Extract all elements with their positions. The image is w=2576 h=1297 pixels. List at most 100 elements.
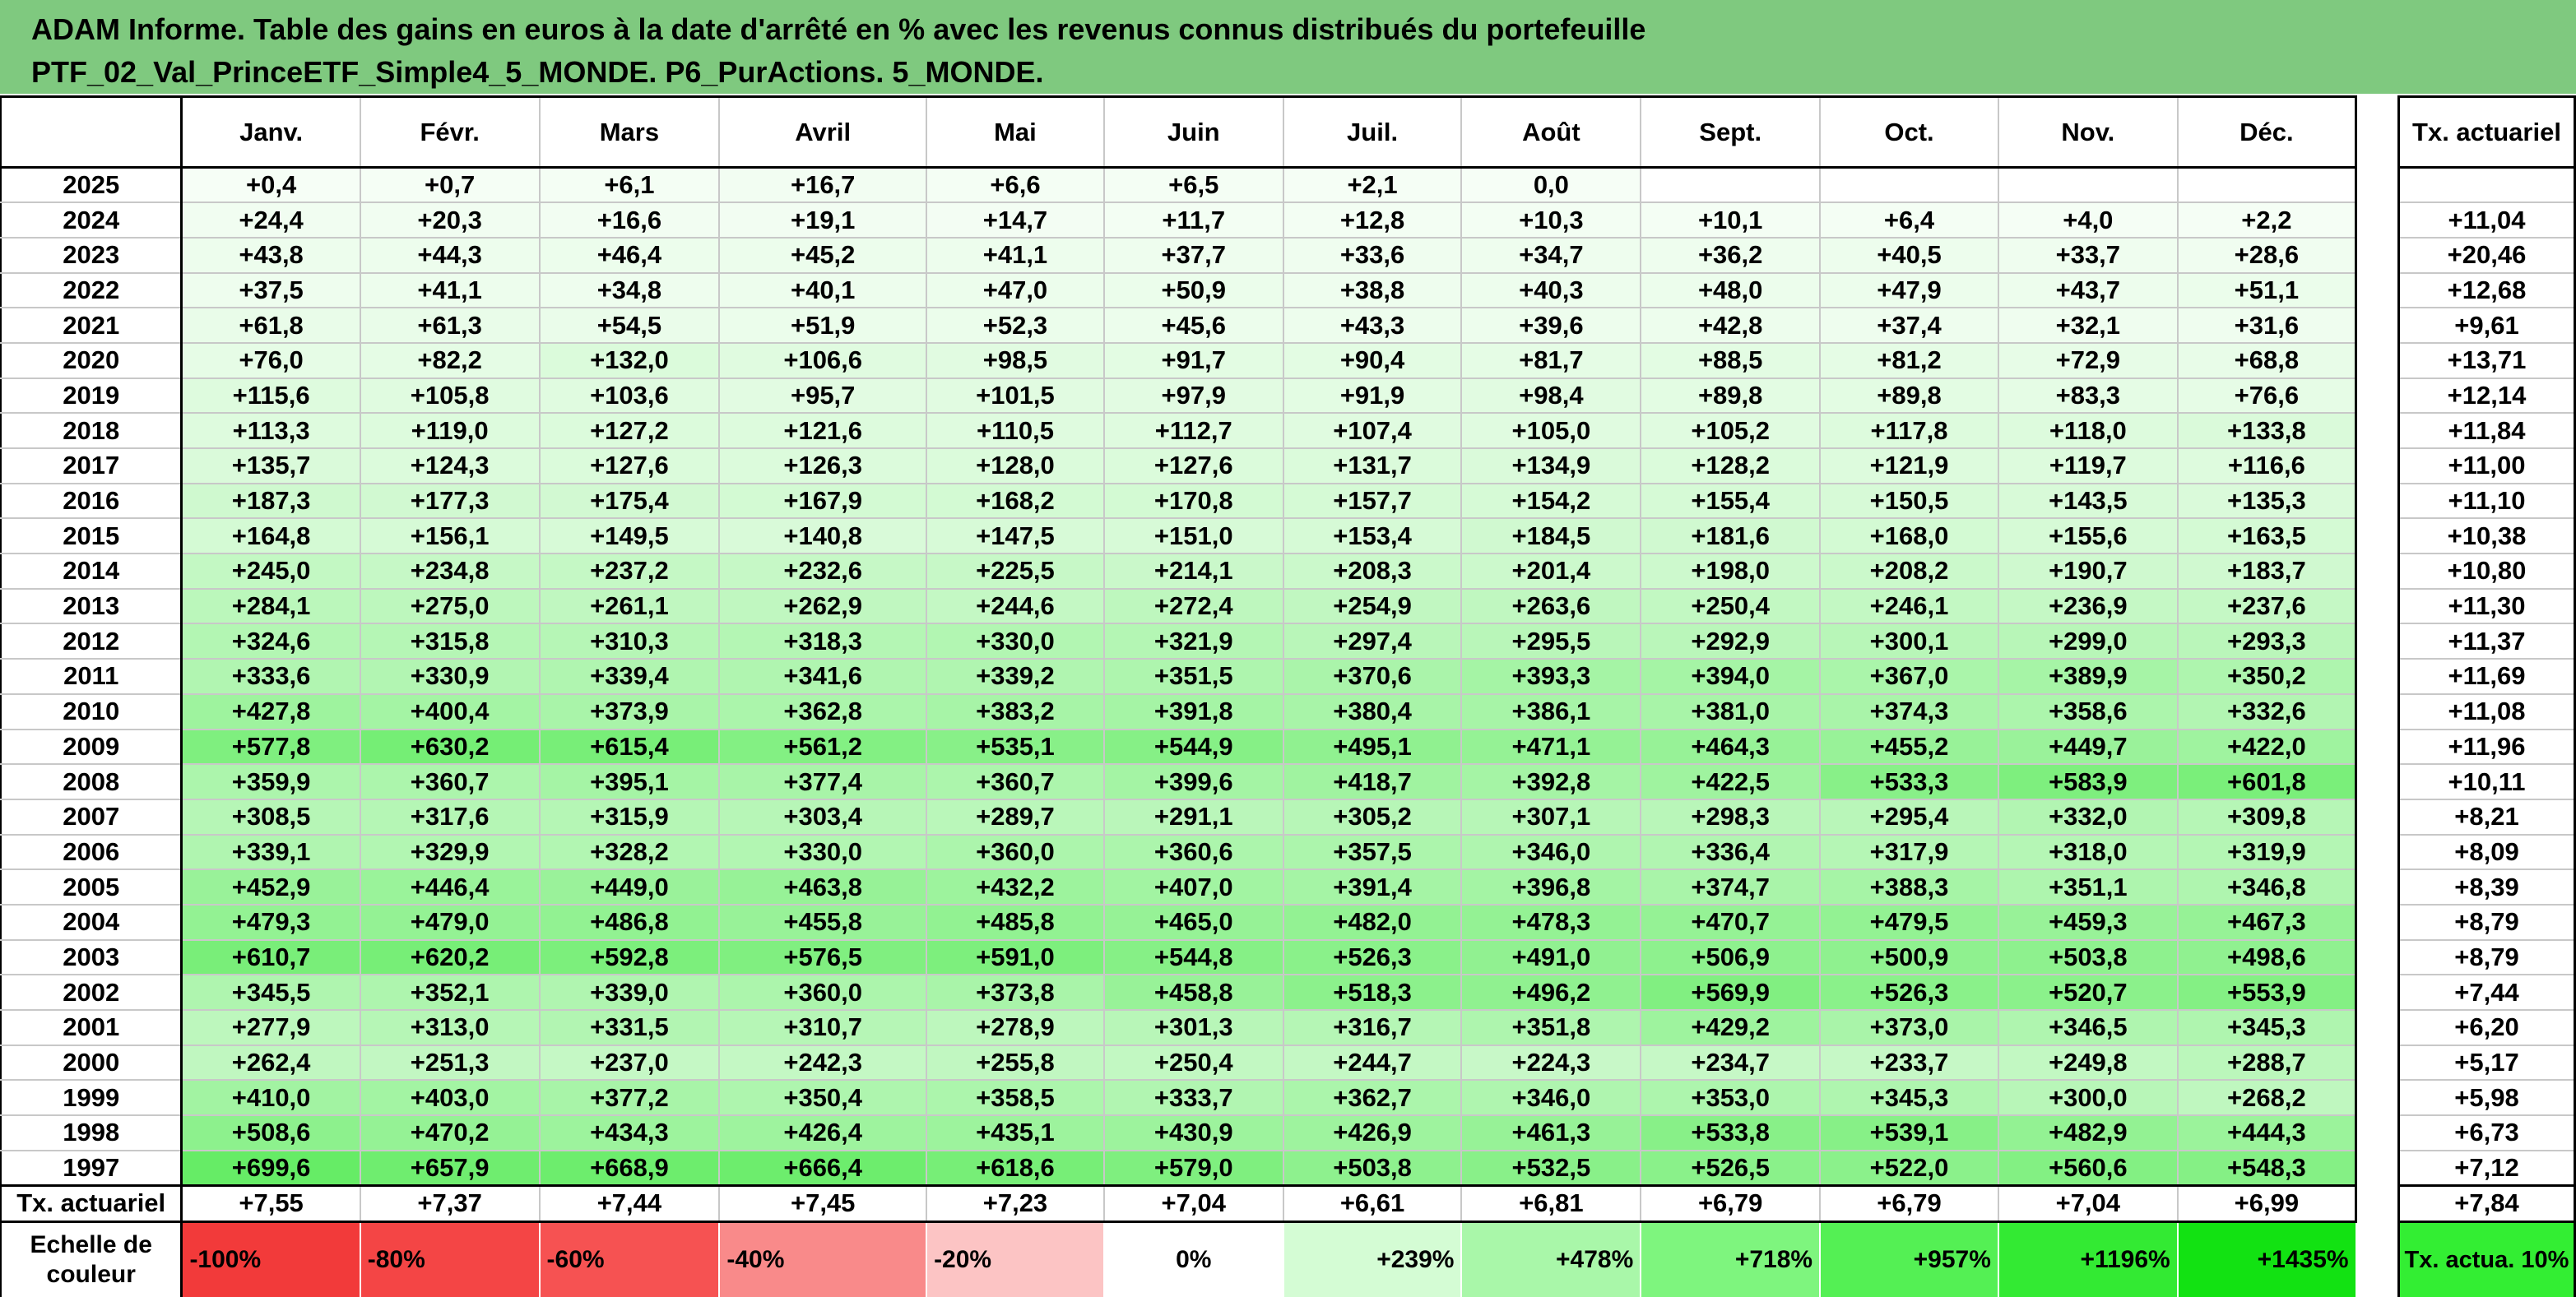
tx-cell: +8,21	[2397, 799, 2576, 836]
gain-cell: +393,3	[1461, 659, 1642, 695]
gain-cell: +495,1	[1283, 729, 1463, 766]
gain-cell: +577,8	[181, 729, 361, 766]
scale-label: Echelle de couleur	[0, 1221, 183, 1297]
tx-cell: +11,00	[2397, 448, 2576, 484]
gain-cell: +14,7	[926, 202, 1105, 239]
gain-cell: +250,4	[1641, 588, 1822, 625]
tx-header: Tx. actuariel	[2397, 95, 2576, 169]
gain-cell: +262,4	[181, 1045, 361, 1082]
gain-cell: +301,3	[1103, 1010, 1284, 1046]
gain-cell: +333,6	[181, 659, 361, 695]
gain-cell: +374,3	[1820, 693, 1999, 730]
gain-cell: +28,6	[2177, 237, 2358, 274]
gain-cell: +458,8	[1103, 975, 1284, 1011]
gain-cell: +168,2	[926, 483, 1105, 520]
gain-cell: +576,5	[719, 939, 928, 976]
gain-cell: +394,0	[1641, 659, 1822, 695]
gain-cell: +461,3	[1461, 1115, 1642, 1151]
gap-cell	[2356, 483, 2399, 519]
gain-cell: +336,4	[1641, 834, 1822, 871]
tx-cell: +5,17	[2397, 1045, 2576, 1082]
year-cell: 2023	[0, 237, 183, 274]
gain-cell: +339,4	[539, 659, 721, 695]
year-cell: 2006	[0, 834, 183, 871]
gain-cell: +33,7	[1998, 237, 2179, 274]
gain-cell: +503,8	[1283, 1150, 1463, 1187]
gain-cell: +533,3	[1820, 764, 1999, 800]
gain-cell: +263,6	[1461, 588, 1642, 625]
gain-cell: +330,0	[926, 623, 1105, 660]
year-cell: 2011	[0, 659, 183, 695]
gain-cell: +90,4	[1283, 342, 1463, 379]
year-cell: 2024	[0, 202, 183, 239]
gain-cell: +429,2	[1641, 1010, 1822, 1046]
gain-cell: +352,1	[360, 975, 541, 1011]
gain-cell: +449,7	[1998, 729, 2179, 766]
gain-cell: +360,0	[926, 834, 1105, 871]
gain-cell	[1820, 167, 1999, 204]
gain-cell: +183,7	[2177, 554, 2358, 590]
gain-cell: +175,4	[539, 483, 721, 520]
gain-cell: +345,3	[1820, 1080, 1999, 1117]
year-cell: 2017	[0, 448, 183, 484]
gain-cell: +110,5	[926, 413, 1105, 449]
gain-cell: +184,5	[1461, 518, 1642, 555]
gain-cell: +6,1	[539, 167, 721, 204]
gain-cell: +198,0	[1641, 554, 1822, 590]
month-header: Oct.	[1820, 95, 1999, 169]
report-title-line1: ADAM Informe. Table des gains en euros à…	[31, 12, 1646, 46]
gap-cell	[2356, 799, 2399, 835]
gain-cell: +353,0	[1641, 1080, 1822, 1117]
gain-cell: +116,6	[2177, 448, 2358, 484]
gain-cell: +88,5	[1641, 342, 1822, 379]
gain-cell: +332,6	[2177, 693, 2358, 730]
gain-cell	[2177, 167, 2358, 204]
scale-cell: 0%	[1103, 1221, 1284, 1297]
gain-cell: +51,1	[2177, 272, 2358, 309]
gain-cell: +345,5	[181, 975, 361, 1011]
gain-cell: +360,6	[1103, 834, 1284, 871]
gap-cell	[2356, 342, 2399, 378]
gain-cell: +318,0	[1998, 834, 2179, 871]
year-cell: 2019	[0, 378, 183, 415]
gain-cell: +532,5	[1461, 1150, 1642, 1187]
gain-cell: +386,1	[1461, 693, 1642, 730]
year-cell: 2020	[0, 342, 183, 379]
footer-tx-total: +7,84	[2397, 1184, 2576, 1223]
gain-cell: +34,8	[539, 272, 721, 309]
gain-cell: +657,9	[360, 1150, 541, 1187]
gain-cell: +43,8	[181, 237, 361, 274]
gain-cell: +91,7	[1103, 342, 1284, 379]
gain-cell: +135,7	[181, 448, 361, 484]
gap-cell	[2356, 202, 2399, 238]
gain-cell: +360,7	[926, 764, 1105, 800]
color-scale-row: Echelle de couleur -100% -80% -60% -40% -20% 0…	[0, 1221, 2576, 1297]
tx-cell: +7,12	[2397, 1150, 2576, 1187]
gain-cell: +261,1	[539, 588, 721, 625]
tx-cell: +11,08	[2397, 693, 2576, 730]
gain-cell: +33,6	[1283, 237, 1463, 274]
scale-cell: +478%	[1461, 1221, 1642, 1297]
gain-cell: +275,0	[360, 588, 541, 625]
gain-cell: +522,0	[1820, 1150, 1999, 1187]
gain-cell: +37,4	[1820, 308, 1999, 344]
gain-cell: +459,3	[1998, 904, 2179, 941]
gain-cell: +208,3	[1283, 554, 1463, 590]
year-cell: 2010	[0, 693, 183, 730]
year-cell: 2021	[0, 308, 183, 344]
table-row: 2022 +37,5 +41,1 +34,8 +40,1 +47,0 +50,9 +38,8 +…	[0, 272, 2576, 309]
gain-cell: +126,3	[719, 448, 928, 484]
gain-cell: +117,8	[1820, 413, 1999, 449]
tx-footer-row: Tx. actuariel +7,55 +7,37 +7,44 +7,45 +7,23 +7…	[0, 1184, 2576, 1223]
scale-cell: +957%	[1820, 1221, 1999, 1297]
gain-cell: +244,7	[1283, 1045, 1463, 1082]
tx-cell: +6,20	[2397, 1010, 2576, 1046]
table-row: 2012 +324,6 +315,8 +310,3 +318,3 +330,0 +321,9…	[0, 623, 2576, 660]
gain-cell: +357,5	[1283, 834, 1463, 871]
tx-cell: +8,79	[2397, 904, 2576, 941]
gain-cell: +496,2	[1461, 975, 1642, 1011]
gain-cell: +105,8	[360, 378, 541, 415]
gain-cell: +339,2	[926, 659, 1105, 695]
scale-cell: -80%	[360, 1221, 541, 1297]
gain-cell: +272,4	[1103, 588, 1284, 625]
